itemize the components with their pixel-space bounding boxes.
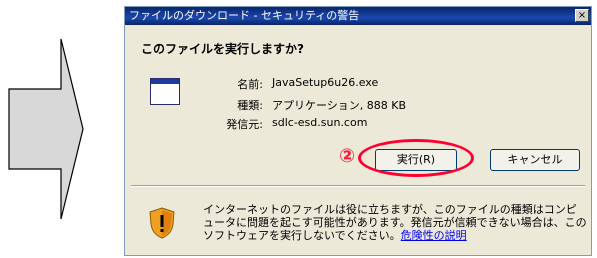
application-file-icon — [150, 78, 180, 105]
close-button[interactable]: × — [575, 9, 589, 22]
step-number: ② — [339, 145, 356, 167]
publisher-label: 発信元: — [226, 118, 263, 131]
warning-message: インターネットのファイルは役に立ちますが、このファイルの種類はコンピュータに問題… — [203, 203, 587, 242]
run-question: このファイルを実行しますか? — [141, 42, 304, 56]
warning-text: インターネットのファイルは役に立ちますが、このファイルの種類はコンピュータに問題… — [203, 203, 587, 242]
highlight-ellipse — [358, 139, 474, 177]
name-label: 名前: — [237, 78, 263, 91]
publisher-value: sdlc-esd.sun.com — [272, 116, 368, 129]
name-value: JavaSetup6u26.exe — [272, 76, 379, 89]
shield-warning-icon — [149, 207, 175, 239]
right-arrow-icon — [8, 38, 84, 220]
dialog-titlebar: ファイルのダウンロード - セキュリティの警告 × — [125, 7, 591, 25]
risk-explanation-link[interactable]: 危険性の説明 — [401, 229, 467, 242]
separator — [131, 185, 585, 187]
security-warning-dialog: ファイルのダウンロード - セキュリティの警告 × このファイルを実行しますか?… — [124, 6, 592, 256]
cancel-button[interactable]: キャンセル — [490, 149, 580, 171]
type-value: アプリケーション, 888 KB — [272, 99, 407, 112]
dialog-title: ファイルのダウンロード - セキュリティの警告 — [129, 9, 360, 22]
type-label: 種類: — [237, 99, 263, 112]
